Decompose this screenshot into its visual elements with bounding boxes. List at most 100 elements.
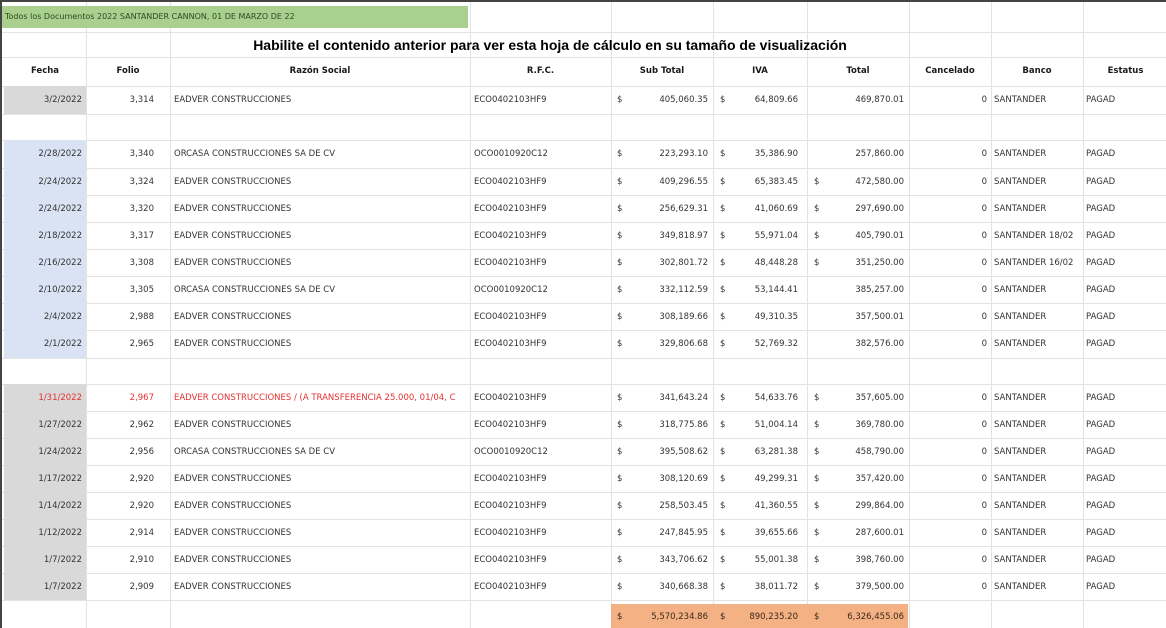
cell-total[interactable]: 405,790.01 bbox=[820, 231, 904, 241]
column-header[interactable]: Banco bbox=[991, 66, 1083, 76]
cell-total[interactable]: 297,690.00 bbox=[820, 204, 904, 214]
cell-cancelado[interactable]: 0 bbox=[909, 312, 987, 322]
cell-fecha[interactable]: 2/24/2022 bbox=[6, 177, 82, 187]
cell-total[interactable]: 382,576.00 bbox=[820, 339, 904, 349]
cell-fecha[interactable]: 2/28/2022 bbox=[6, 149, 82, 159]
column-header[interactable]: Total bbox=[807, 66, 909, 76]
cell-folio[interactable]: 3,324 bbox=[88, 177, 154, 187]
column-header[interactable]: Fecha bbox=[4, 66, 86, 76]
cell-razon-social[interactable]: EADVER CONSTRUCCIONES bbox=[174, 582, 468, 592]
cell-iva[interactable]: 41,360.55 bbox=[726, 501, 798, 511]
cell-subtotal[interactable]: 318,775.86 bbox=[624, 420, 708, 430]
total-total[interactable]: 6,326,455.06 bbox=[820, 612, 904, 622]
cell-estatus[interactable]: PAGAD bbox=[1086, 177, 1164, 187]
cell-cancelado[interactable]: 0 bbox=[909, 420, 987, 430]
cell-subtotal[interactable]: 247,845.95 bbox=[624, 528, 708, 538]
cell-iva[interactable]: 55,971.04 bbox=[726, 231, 798, 241]
cell-folio[interactable]: 2,962 bbox=[88, 420, 154, 430]
cell-folio[interactable]: 2,920 bbox=[88, 501, 154, 511]
cell-iva[interactable]: 39,655.66 bbox=[726, 528, 798, 538]
cell-subtotal[interactable]: 223,293.10 bbox=[624, 149, 708, 159]
cell-banco[interactable]: SANTANDER bbox=[994, 95, 1082, 105]
cell-razon-social[interactable]: EADVER CONSTRUCCIONES bbox=[174, 528, 468, 538]
cell-fecha[interactable]: 2/24/2022 bbox=[6, 204, 82, 214]
cell-folio[interactable]: 3,320 bbox=[88, 204, 154, 214]
column-header[interactable]: Cancelado bbox=[909, 66, 991, 76]
column-header[interactable]: R.F.C. bbox=[470, 66, 611, 76]
cell-cancelado[interactable]: 0 bbox=[909, 474, 987, 484]
cell-subtotal[interactable]: 258,503.45 bbox=[624, 501, 708, 511]
cell-banco[interactable]: SANTANDER bbox=[994, 474, 1082, 484]
cell-rfc[interactable]: ECO0402103HF9 bbox=[474, 393, 608, 403]
cell-iva[interactable]: 48,448.28 bbox=[726, 258, 798, 268]
cell-banco[interactable]: SANTANDER 18/02 bbox=[994, 231, 1082, 241]
cell-estatus[interactable]: PAGAD bbox=[1086, 204, 1164, 214]
cell-folio[interactable]: 3,340 bbox=[88, 149, 154, 159]
cell-folio[interactable]: 3,314 bbox=[88, 95, 154, 105]
cell-iva[interactable]: 41,060.69 bbox=[726, 204, 798, 214]
cell-fecha[interactable]: 2/16/2022 bbox=[6, 258, 82, 268]
cell-estatus[interactable]: PAGAD bbox=[1086, 555, 1164, 565]
cell-estatus[interactable]: PAGAD bbox=[1086, 393, 1164, 403]
cell-razon-social[interactable]: EADVER CONSTRUCCIONES bbox=[174, 474, 468, 484]
cell-rfc[interactable]: ECO0402103HF9 bbox=[474, 501, 608, 511]
cell-fecha[interactable]: 1/14/2022 bbox=[6, 501, 82, 511]
cell-iva[interactable]: 38,011.72 bbox=[726, 582, 798, 592]
cell-estatus[interactable]: PAGAD bbox=[1086, 339, 1164, 349]
cell-iva[interactable]: 64,809.66 bbox=[726, 95, 798, 105]
cell-razon-social[interactable]: EADVER CONSTRUCCIONES bbox=[174, 204, 468, 214]
cell-fecha[interactable]: 2/1/2022 bbox=[6, 339, 82, 349]
cell-iva[interactable]: 55,001.38 bbox=[726, 555, 798, 565]
title-cell[interactable]: Todos los Documentos 2022 SANTANDER CANN… bbox=[2, 6, 468, 28]
cell-folio[interactable]: 2,988 bbox=[88, 312, 154, 322]
cell-subtotal[interactable]: 308,120.69 bbox=[624, 474, 708, 484]
column-header[interactable]: Folio bbox=[86, 66, 170, 76]
cell-total[interactable]: 472,580.00 bbox=[820, 177, 904, 187]
cell-subtotal[interactable]: 395,508.62 bbox=[624, 447, 708, 457]
cell-estatus[interactable]: PAGAD bbox=[1086, 447, 1164, 457]
cell-cancelado[interactable]: 0 bbox=[909, 447, 987, 457]
cell-cancelado[interactable]: 0 bbox=[909, 177, 987, 187]
cell-total[interactable]: 357,605.00 bbox=[820, 393, 904, 403]
cell-cancelado[interactable]: 0 bbox=[909, 339, 987, 349]
cell-fecha[interactable]: 1/27/2022 bbox=[6, 420, 82, 430]
cell-subtotal[interactable]: 341,643.24 bbox=[624, 393, 708, 403]
cell-rfc[interactable]: ECO0402103HF9 bbox=[474, 582, 608, 592]
cell-subtotal[interactable]: 349,818.97 bbox=[624, 231, 708, 241]
cell-subtotal[interactable]: 332,112.59 bbox=[624, 285, 708, 295]
cell-iva[interactable]: 51,004.14 bbox=[726, 420, 798, 430]
cell-subtotal[interactable]: 256,629.31 bbox=[624, 204, 708, 214]
cell-subtotal[interactable]: 340,668.38 bbox=[624, 582, 708, 592]
cell-iva[interactable]: 65,383.45 bbox=[726, 177, 798, 187]
cell-total[interactable]: 257,860.00 bbox=[820, 149, 904, 159]
cell-subtotal[interactable]: 302,801.72 bbox=[624, 258, 708, 268]
cell-estatus[interactable]: PAGAD bbox=[1086, 474, 1164, 484]
cell-estatus[interactable]: PAGAD bbox=[1086, 149, 1164, 159]
total-iva[interactable]: 890,235.20 bbox=[726, 612, 798, 622]
cell-razon-social[interactable]: EADVER CONSTRUCCIONES / (A TRANSFERENCIA… bbox=[174, 393, 468, 403]
cell-banco[interactable]: SANTANDER bbox=[994, 393, 1082, 403]
cell-banco[interactable]: SANTANDER bbox=[994, 420, 1082, 430]
cell-iva[interactable]: 53,144.41 bbox=[726, 285, 798, 295]
cell-cancelado[interactable]: 0 bbox=[909, 393, 987, 403]
cell-iva[interactable]: 49,299.31 bbox=[726, 474, 798, 484]
cell-folio[interactable]: 2,965 bbox=[88, 339, 154, 349]
cell-total[interactable]: 287,600.01 bbox=[820, 528, 904, 538]
cell-fecha[interactable]: 1/7/2022 bbox=[6, 582, 82, 592]
cell-subtotal[interactable]: 409,296.55 bbox=[624, 177, 708, 187]
cell-estatus[interactable]: PAGAD bbox=[1086, 258, 1164, 268]
cell-folio[interactable]: 2,920 bbox=[88, 474, 154, 484]
cell-folio[interactable]: 3,308 bbox=[88, 258, 154, 268]
cell-total[interactable]: 385,257.00 bbox=[820, 285, 904, 295]
cell-estatus[interactable]: PAGAD bbox=[1086, 231, 1164, 241]
total-subtotal[interactable]: 5,570,234.86 bbox=[624, 612, 708, 622]
cell-cancelado[interactable]: 0 bbox=[909, 204, 987, 214]
cell-subtotal[interactable]: 405,060.35 bbox=[624, 95, 708, 105]
cell-banco[interactable]: SANTANDER bbox=[994, 555, 1082, 565]
cell-total[interactable]: 351,250.00 bbox=[820, 258, 904, 268]
cell-banco[interactable]: SANTANDER bbox=[994, 582, 1082, 592]
cell-banco[interactable]: SANTANDER bbox=[994, 285, 1082, 295]
cell-cancelado[interactable]: 0 bbox=[909, 149, 987, 159]
cell-fecha[interactable]: 2/18/2022 bbox=[6, 231, 82, 241]
cell-banco[interactable]: SANTANDER bbox=[994, 204, 1082, 214]
